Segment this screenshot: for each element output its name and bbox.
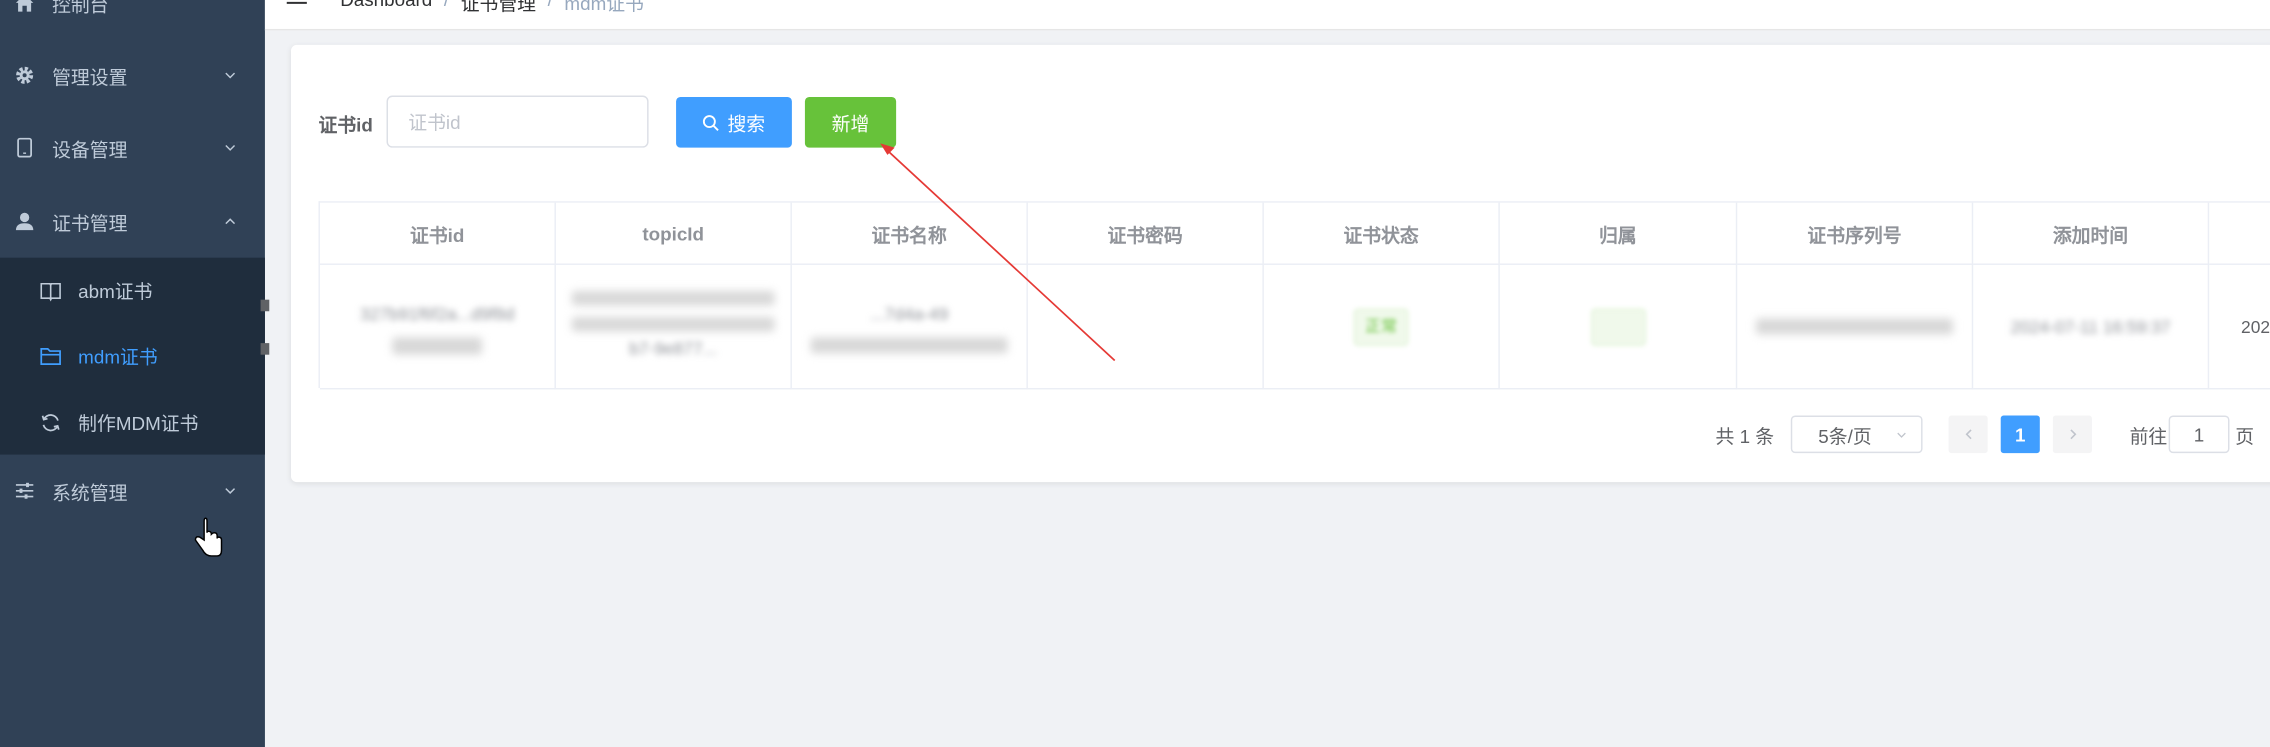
- gear-icon: [14, 65, 34, 85]
- chevron-right-icon: [2069, 429, 2076, 440]
- breadcrumb-cert-management[interactable]: 证书管理: [461, 0, 536, 16]
- add-button[interactable]: 新增: [804, 96, 897, 148]
- sidebar-item-label: 控制台: [52, 0, 109, 16]
- goto-page-input[interactable]: [2168, 415, 2230, 454]
- cert-table: 证书id topicId 证书名称 证书密码 证书状态 归属 证书序列号 添加时…: [318, 201, 2270, 390]
- table-cell: ...7d4a-49: [791, 264, 1028, 390]
- navbar: Dashboard / 证书管理 / mdm证书: [264, 0, 2270, 31]
- table-cell: 202: [2209, 265, 2270, 390]
- cert-id-input[interactable]: [386, 95, 649, 148]
- column-header: topicId: [555, 202, 792, 265]
- submenu-item-label: mdm证书: [78, 346, 158, 368]
- tablet-icon: [14, 137, 34, 158]
- submenu-item-mdm-cert[interactable]: mdm证书: [0, 323, 265, 388]
- column-header: 证书密码: [1027, 202, 1264, 265]
- submenu-item-label: 制作MDM证书: [78, 412, 199, 435]
- page-suffix: 页: [2235, 424, 2255, 447]
- add-button-label: 新增: [831, 112, 870, 135]
- column-header: 证书状态: [1263, 202, 1500, 265]
- folder-icon: [39, 344, 62, 367]
- search-button[interactable]: 搜索: [676, 96, 792, 148]
- serial-value: [1756, 318, 1953, 335]
- refresh-icon: [39, 410, 62, 433]
- table-cell: 正常: [1263, 264, 1500, 390]
- sidebar-item-dashboard[interactable]: 控制台: [0, 0, 265, 39]
- column-header: [2209, 203, 2270, 265]
- goto-label: 前往: [2129, 424, 2168, 447]
- status-badge: 正常: [1353, 307, 1409, 346]
- table-cell: b7-9e877...: [555, 264, 792, 390]
- column-header: 归属: [1499, 202, 1738, 265]
- topic-id-value: b7-9e877...: [629, 338, 718, 359]
- extra-column-value: 202: [2241, 316, 2270, 337]
- sidebar-item-system-management[interactable]: 系统管理: [0, 455, 265, 527]
- chevron-up-icon: [225, 218, 236, 225]
- column-header: 添加时间: [1973, 202, 2210, 265]
- user-icon: [14, 211, 34, 231]
- sidebar-drag-handle[interactable]: [260, 299, 270, 312]
- sidebar-item-label: 证书管理: [52, 212, 128, 234]
- table-cell: [1499, 264, 1738, 390]
- breadcrumb-separator: /: [444, 0, 449, 16]
- table-cell: [1737, 264, 1974, 390]
- main-card: 证书id 搜索 新增 证书id topicId 证书名称 证书密码 证书状态 归…: [290, 44, 2270, 483]
- search-button-label: 搜索: [727, 112, 766, 135]
- column-header: 证书id: [319, 202, 556, 265]
- breadcrumb-separator: /: [548, 0, 553, 16]
- redacted-text: [392, 336, 483, 354]
- table-cell: 327b91f6f2a...d9f8d: [319, 264, 556, 390]
- page-size-value: 5条/页: [1818, 424, 1872, 447]
- sidebar-item-device-management[interactable]: 设备管理: [0, 111, 265, 183]
- breadcrumb: Dashboard / 证书管理 / mdm证书: [340, 0, 644, 16]
- certificate-submenu: abm证书 mdm证书 制作MDM证书: [0, 257, 265, 455]
- submenu-item-abm-cert[interactable]: abm证书: [0, 258, 265, 323]
- sidebar-item-label: 管理设置: [52, 65, 128, 88]
- sidebar-item-label: 系统管理: [52, 481, 128, 504]
- column-header: 证书名称: [791, 202, 1028, 265]
- table-cell: 2024-07-11 16:59:37: [1973, 264, 2210, 390]
- sidebar-item-label: 设备管理: [52, 138, 128, 160]
- sidebar-item-certificate-management[interactable]: 证书管理: [0, 185, 265, 257]
- chevron-left-icon: [1964, 429, 1971, 440]
- pagination-total: 共 1 条: [1715, 424, 1775, 447]
- search-icon: [703, 114, 720, 131]
- cert-id-value: 327b91f6f2a...d9f8d: [359, 303, 515, 324]
- sidebar: 控制台 管理设置 设备管理 证书管理 abm证书 mdm证书 制作MDM证书 系…: [0, 0, 265, 747]
- submenu-item-label: abm证书: [78, 280, 153, 303]
- sidebar-drag-handle[interactable]: [260, 343, 270, 355]
- owner-badge: [1590, 307, 1646, 346]
- redacted-text: [571, 316, 775, 331]
- breadcrumb-current: mdm证书: [564, 0, 644, 15]
- breadcrumb-dashboard[interactable]: Dashboard: [340, 0, 432, 16]
- hamburger-icon[interactable]: [286, 0, 307, 9]
- column-header: 证书序列号: [1737, 202, 1974, 265]
- sidebar-item-management-settings[interactable]: 管理设置: [0, 39, 265, 111]
- chevron-down-icon: [225, 72, 236, 79]
- home-icon: [14, 0, 34, 13]
- added-time-value: 2024-07-11 16:59:37: [2010, 316, 2171, 337]
- table-cell: [1027, 264, 1264, 390]
- chevron-down-icon: [225, 488, 236, 494]
- sliders-icon: [14, 481, 34, 501]
- submenu-item-make-mdm-cert[interactable]: 制作MDM证书: [0, 389, 265, 454]
- chevron-down-icon: [1897, 432, 1906, 438]
- cert-name-value: ...7d4a-49: [870, 304, 949, 325]
- page-number-button[interactable]: 1: [2000, 415, 2040, 454]
- next-page-button[interactable]: [2052, 415, 2092, 454]
- prev-page-button[interactable]: [1948, 415, 1988, 454]
- book-icon: [39, 279, 62, 302]
- redacted-text: [810, 337, 1008, 354]
- cert-id-label: 证书id: [318, 114, 373, 137]
- redacted-text: [571, 290, 775, 305]
- chevron-down-icon: [225, 144, 236, 151]
- page-size-select[interactable]: 5条/页: [1790, 415, 1923, 454]
